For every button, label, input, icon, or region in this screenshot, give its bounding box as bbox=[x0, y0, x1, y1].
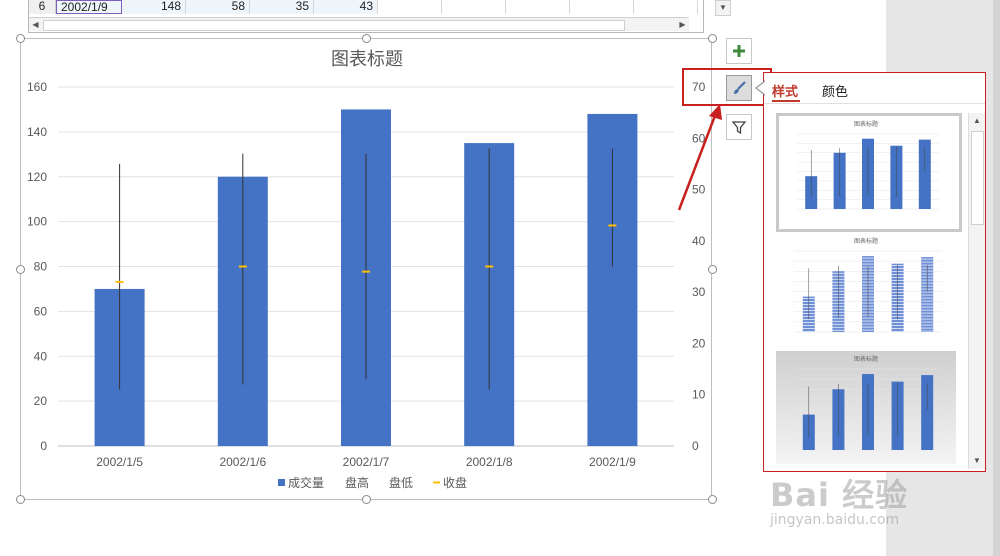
style-preview: 图表标题 bbox=[794, 237, 942, 333]
y-axis-left[interactable]: 0 20 40 60 80 100 120 140 160 bbox=[27, 80, 47, 453]
style-option-3[interactable]: 图表标题 bbox=[776, 351, 956, 464]
tab-style[interactable]: 样式 bbox=[772, 81, 798, 100]
plus-icon bbox=[733, 45, 745, 57]
add-chart-element-button[interactable] bbox=[726, 38, 752, 64]
style-option-2[interactable]: 图表标题 bbox=[776, 233, 956, 346]
annotation-arrow-head bbox=[709, 104, 722, 120]
y-left-tick-label: 60 bbox=[34, 304, 48, 318]
scroll-up-icon[interactable]: ▲ bbox=[969, 113, 985, 129]
x-axis[interactable]: 2002/1/5 2002/1/6 2002/1/7 2002/1/8 2002/1/9 bbox=[96, 455, 636, 469]
tab-underline bbox=[772, 100, 800, 102]
x-tick-label: 2002/1/8 bbox=[466, 455, 513, 469]
chart-title[interactable]: 图表标题 bbox=[331, 49, 403, 69]
style-preview: 图表标题 bbox=[794, 355, 942, 451]
x-tick-label: 2002/1/9 bbox=[589, 455, 636, 469]
filter-icon bbox=[731, 121, 747, 135]
style-option-1[interactable]: 图表标题 bbox=[776, 113, 962, 232]
y-left-tick-label: 40 bbox=[34, 349, 48, 363]
legend-entry[interactable]: 盘高 bbox=[345, 475, 369, 490]
chart-filters-button[interactable] bbox=[726, 114, 752, 140]
callout-pointer-fill bbox=[757, 81, 766, 95]
y-right-tick-label: 50 bbox=[692, 183, 706, 197]
y-right-tick-label: 30 bbox=[692, 285, 706, 299]
legend-marker bbox=[278, 479, 285, 486]
y-left-tick-label: 120 bbox=[27, 170, 47, 184]
y-left-tick-label: 80 bbox=[34, 260, 48, 274]
y-left-tick-label: 20 bbox=[34, 394, 48, 408]
y-right-tick-label: 10 bbox=[692, 388, 706, 402]
y-left-tick-label: 140 bbox=[27, 125, 47, 139]
watermark-logo: Bai 经验 bbox=[770, 476, 909, 514]
panel-scrollbar[interactable]: ▲ ▼ bbox=[968, 113, 985, 469]
thumb-title: 图表标题 bbox=[854, 237, 878, 245]
y-left-tick-label: 100 bbox=[27, 215, 47, 229]
legend-entry[interactable]: 收盘 bbox=[443, 475, 467, 490]
y-right-tick-label: 40 bbox=[692, 234, 706, 248]
y-left-tick-label: 160 bbox=[27, 80, 47, 94]
scrollbar-thumb[interactable] bbox=[971, 131, 984, 225]
legend-entry[interactable]: 盘低 bbox=[389, 475, 413, 490]
divider bbox=[764, 103, 985, 104]
tab-color[interactable]: 颜色 bbox=[822, 81, 848, 100]
x-tick-label: 2002/1/7 bbox=[343, 455, 390, 469]
y-right-tick-label: 20 bbox=[692, 336, 706, 350]
thumb-title: 图表标题 bbox=[854, 355, 878, 363]
scroll-down-icon[interactable]: ▼ bbox=[969, 453, 985, 469]
y-axis-right[interactable]: 010203040506070 bbox=[692, 80, 706, 453]
chart-styles-panel: 样式 颜色 图表标题 图表标题 图表标题 ▲ ▼ bbox=[763, 72, 986, 472]
x-tick-label: 2002/1/5 bbox=[96, 455, 143, 469]
style-preview: 图表标题 bbox=[797, 120, 939, 210]
legend[interactable]: 成交量 盘高 盘低 收盘 bbox=[278, 475, 467, 490]
x-tick-label: 2002/1/6 bbox=[219, 455, 266, 469]
y-left-tick-label: 0 bbox=[40, 439, 47, 453]
legend-entry[interactable]: 成交量 bbox=[288, 475, 324, 490]
thumb-title: 图表标题 bbox=[854, 120, 878, 128]
watermark-url: jingyan.baidu.com bbox=[770, 512, 900, 528]
high-low-lines[interactable] bbox=[115, 148, 617, 390]
y-right-tick-label: 0 bbox=[692, 439, 699, 453]
